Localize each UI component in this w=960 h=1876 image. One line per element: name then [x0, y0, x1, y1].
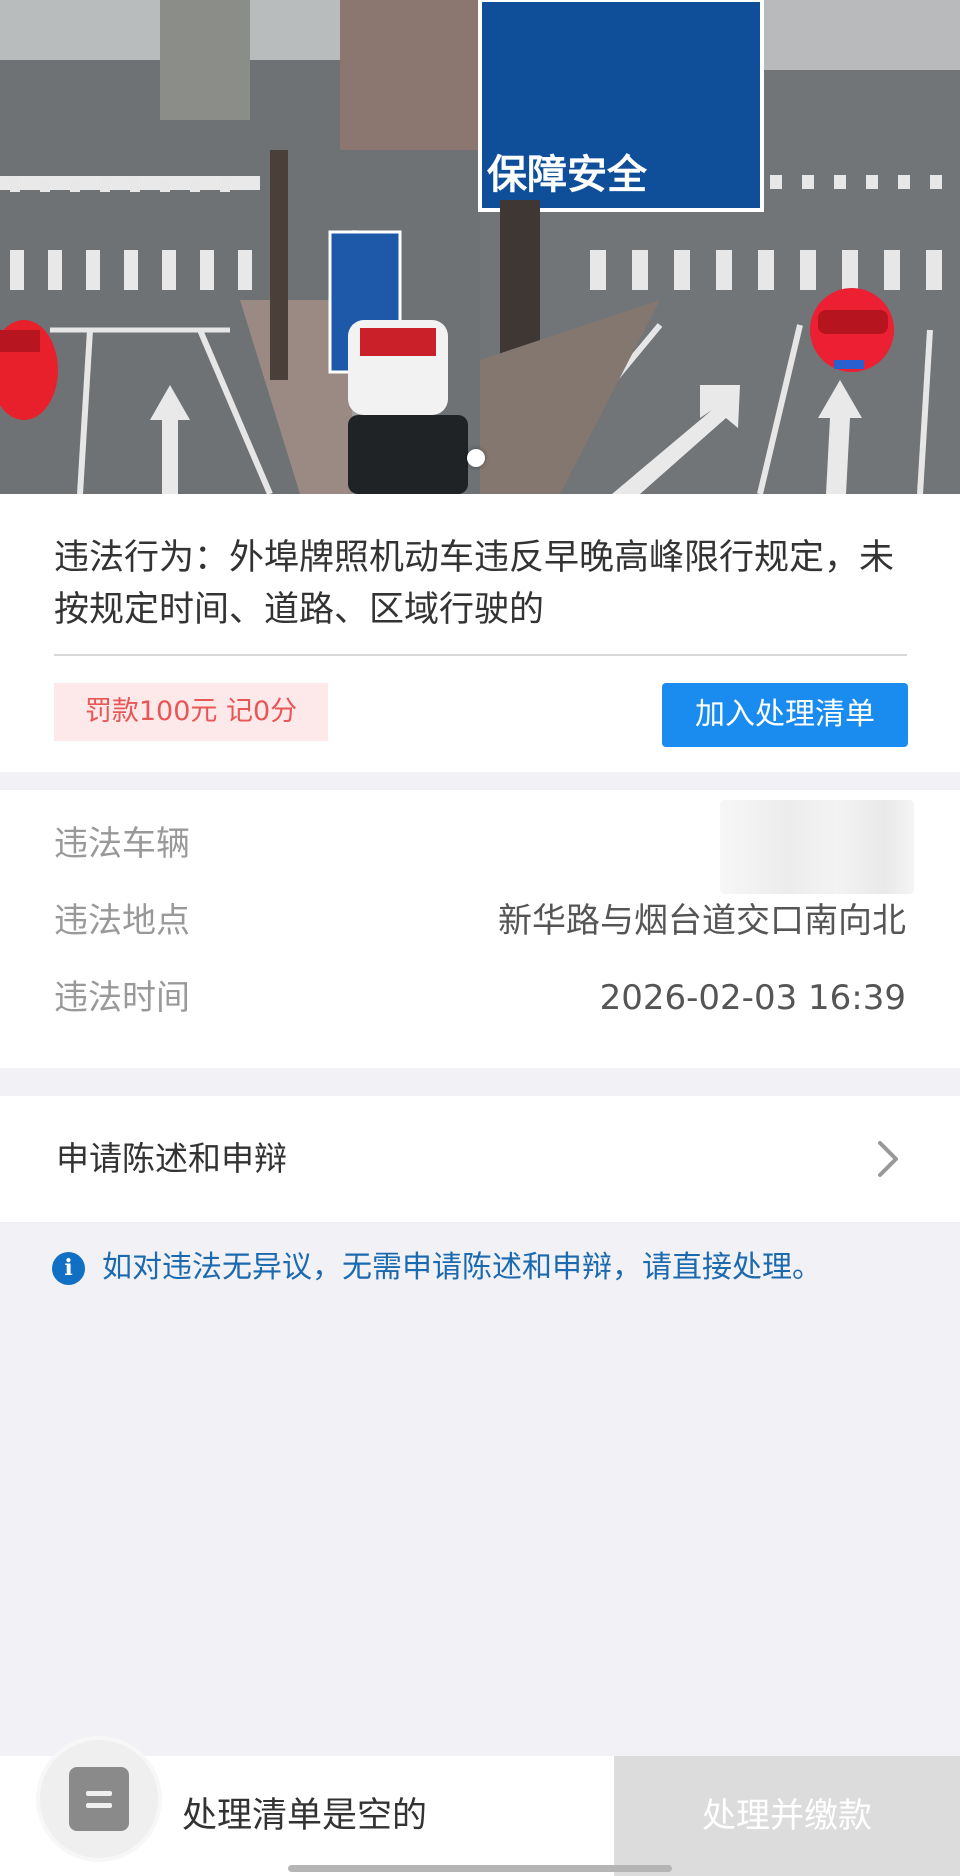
violation-photo: 保障安全: [0, 0, 960, 494]
time-value: 2026-02-03 16:39: [599, 978, 906, 1018]
empty-list-text: 处理清单是空的: [182, 1796, 428, 1836]
add-to-list-button[interactable]: 加入处理清单: [662, 683, 908, 747]
bottom-bar: 处理清单是空的 处理并缴款: [0, 1740, 960, 1876]
violation-details-card: 违法车辆 违法地点 新华路与烟台道交口南向北 违法时间 2026-02-03 1…: [0, 790, 960, 1068]
list-icon: [69, 1767, 129, 1831]
notice-text: 如对违法无异议，无需申请陈述和申辩，请直接处理。: [102, 1250, 822, 1285]
detail-row-vehicle: 违法车辆: [0, 814, 960, 874]
location-value: 新华路与烟台道交口南向北: [498, 901, 906, 941]
home-indicator[interactable]: [288, 1865, 672, 1872]
process-list-button[interactable]: [40, 1740, 158, 1858]
carousel-dot-active[interactable]: [467, 449, 485, 467]
divider: [54, 654, 907, 656]
fine-badge: 罚款100元 记0分: [54, 683, 328, 741]
violation-photo-carousel[interactable]: 保障安全: [0, 0, 960, 494]
time-label: 违法时间: [54, 978, 190, 1018]
location-label: 违法地点: [54, 901, 190, 941]
sign-text: 保障安全: [487, 152, 648, 198]
detail-row-location: 违法地点 新华路与烟台道交口南向北: [0, 891, 960, 951]
violation-behavior-text: 违法行为：外埠牌照机动车违反早晚高峰限行规定，未按规定时间、道路、区域行驶的: [54, 538, 895, 630]
process-and-pay-button[interactable]: 处理并缴款: [614, 1756, 960, 1876]
appeal-label: 申请陈述和申辩: [56, 1139, 287, 1178]
notice: i 如对违法无异议，无需申请陈述和申辩，请直接处理。: [52, 1246, 932, 1290]
detail-row-time: 违法时间 2026-02-03 16:39: [0, 968, 960, 1028]
chevron-right-icon: [878, 1141, 898, 1177]
info-icon: i: [52, 1252, 85, 1285]
violation-card: 违法行为：外埠牌照机动车违反早晚高峰限行规定，未按规定时间、道路、区域行驶的 罚…: [0, 494, 960, 772]
vehicle-label: 违法车辆: [54, 824, 190, 864]
appeal-row[interactable]: 申请陈述和申辩: [0, 1096, 960, 1222]
